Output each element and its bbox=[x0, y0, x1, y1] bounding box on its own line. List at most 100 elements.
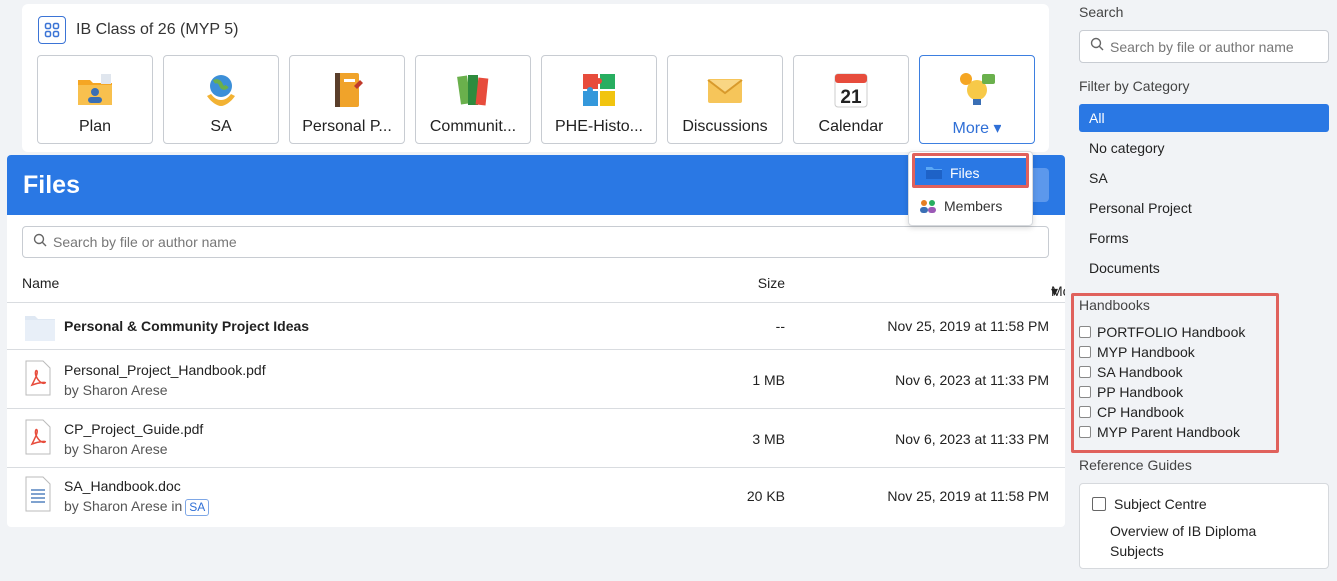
more-dropdown: Files Members bbox=[908, 151, 1033, 226]
handbook-item[interactable]: CP Handbook bbox=[1079, 402, 1245, 422]
tile-label: SA bbox=[210, 118, 232, 135]
reference-title: Subject Centre bbox=[1114, 496, 1207, 512]
file-author: by Sharon Arese bbox=[64, 441, 168, 457]
course-title-row: IB Class of 26 (MYP 5) bbox=[38, 16, 238, 44]
file-size: 1 MB bbox=[752, 372, 785, 388]
sort-desc-icon: ▾ bbox=[1051, 283, 1059, 299]
course-tiles: Plan SA Personal P... Communit... PHE-Hi… bbox=[37, 55, 1035, 144]
file-modified: Nov 25, 2019 at 11:58 PM bbox=[887, 318, 1049, 334]
files-title: Files bbox=[23, 170, 80, 199]
table-row[interactable]: Personal_Project_Handbook.pdf by Sharon … bbox=[7, 350, 1065, 409]
tile-label: PHE-Histo... bbox=[554, 118, 643, 135]
book-icon bbox=[1079, 386, 1091, 398]
handbook-label: MYP Handbook bbox=[1097, 344, 1195, 360]
col-size[interactable]: Size bbox=[758, 275, 785, 291]
file-name[interactable]: CP_Project_Guide.pdf bbox=[64, 421, 203, 437]
search-heading: Search bbox=[1079, 4, 1124, 20]
files-search[interactable] bbox=[22, 226, 1049, 258]
table-row[interactable]: CP_Project_Guide.pdf by Sharon Arese 3 M… bbox=[7, 409, 1065, 468]
folder-person-icon bbox=[75, 70, 115, 110]
tile-label: Calendar bbox=[818, 118, 884, 135]
files-panel: Files Name Size Modified ▾ Personal & Co… bbox=[7, 155, 1065, 527]
filter-heading: Filter by Category bbox=[1079, 78, 1190, 94]
category-tag[interactable]: SA bbox=[185, 499, 210, 516]
dropdown-label: Files bbox=[950, 165, 980, 181]
file-size: 3 MB bbox=[752, 431, 785, 447]
tile-label: Plan bbox=[78, 118, 112, 135]
tile-personal-project[interactable]: Personal P... bbox=[289, 55, 405, 144]
books-icon bbox=[453, 70, 493, 110]
pdf-file-icon bbox=[24, 360, 52, 401]
doc-file-icon bbox=[24, 476, 52, 517]
handbook-item[interactable]: MYP Parent Handbook bbox=[1079, 422, 1245, 442]
reference-heading: Reference Guides bbox=[1079, 457, 1192, 473]
table-row[interactable]: Personal & Community Project Ideas -- No… bbox=[7, 303, 1065, 350]
folder-icon bbox=[925, 166, 943, 180]
handbook-item[interactable]: PP Handbook bbox=[1079, 382, 1245, 402]
sidebar-search-input[interactable] bbox=[1110, 38, 1328, 55]
handbook-label: MYP Parent Handbook bbox=[1097, 424, 1240, 440]
category-personal-project[interactable]: Personal Project bbox=[1079, 194, 1329, 222]
file-author: by Sharon Arese bbox=[64, 382, 168, 398]
envelope-icon bbox=[705, 70, 745, 110]
file-size: 20 KB bbox=[746, 488, 785, 504]
dropdown-item-files[interactable]: Files bbox=[915, 158, 1028, 188]
pdf-file-icon bbox=[24, 419, 52, 460]
category-forms[interactable]: Forms bbox=[1079, 224, 1329, 252]
file-modified: Nov 6, 2023 at 11:33 PM bbox=[895, 431, 1049, 447]
calendar-icon: 21 bbox=[831, 70, 871, 110]
file-name[interactable]: Personal & Community Project Ideas bbox=[64, 318, 309, 334]
more-label: More bbox=[952, 120, 989, 137]
file-name[interactable]: Personal_Project_Handbook.pdf bbox=[64, 362, 266, 378]
reference-item[interactable]: Subject Centre bbox=[1092, 496, 1207, 512]
book-icon bbox=[1079, 326, 1091, 338]
search-icon bbox=[1090, 37, 1104, 56]
book-icon bbox=[1079, 406, 1091, 418]
handbooks-list: PORTFOLIO Handbook MYP Handbook SA Handb… bbox=[1079, 322, 1245, 442]
file-author: by Sharon Arese in bbox=[64, 498, 183, 514]
category-all[interactable]: All bbox=[1079, 104, 1329, 132]
file-name[interactable]: SA_Handbook.doc bbox=[64, 478, 181, 494]
file-modified: Nov 25, 2019 at 11:58 PM bbox=[887, 488, 1049, 504]
tile-sa[interactable]: SA bbox=[163, 55, 279, 144]
search-icon bbox=[33, 233, 47, 252]
table-header: Name Size Modified ▾ bbox=[7, 267, 1065, 303]
dropdown-item-members[interactable]: Members bbox=[909, 190, 1032, 222]
globe-hands-icon bbox=[201, 70, 241, 110]
book-icon bbox=[1079, 366, 1091, 378]
tile-more[interactable]: More ▾ bbox=[919, 55, 1035, 144]
file-author-row: by Sharon Arese in SA bbox=[64, 498, 210, 516]
tile-phe-history[interactable]: PHE-Histo... bbox=[541, 55, 657, 144]
col-name[interactable]: Name bbox=[22, 275, 59, 291]
right-sidebar: Search Filter by Category All No categor… bbox=[1079, 0, 1329, 581]
calendar-day: 21 bbox=[840, 87, 862, 108]
category-no-category[interactable]: No category bbox=[1079, 134, 1329, 162]
table-row[interactable]: SA_Handbook.doc by Sharon Arese in SA 20 … bbox=[7, 468, 1065, 527]
handbook-label: CP Handbook bbox=[1097, 404, 1184, 420]
category-sa[interactable]: SA bbox=[1079, 164, 1329, 192]
tile-discussions[interactable]: Discussions bbox=[667, 55, 783, 144]
puzzle-icon bbox=[579, 70, 619, 110]
category-documents[interactable]: Documents bbox=[1079, 254, 1329, 282]
course-title[interactable]: IB Class of 26 (MYP 5) bbox=[76, 21, 238, 39]
sidebar-search[interactable] bbox=[1079, 30, 1329, 63]
tile-community[interactable]: Communit... bbox=[415, 55, 531, 144]
tile-calendar[interactable]: 21 Calendar bbox=[793, 55, 909, 144]
handbook-item[interactable]: MYP Handbook bbox=[1079, 342, 1245, 362]
file-size: -- bbox=[775, 318, 785, 334]
lightbulb-chat-icon bbox=[957, 70, 997, 110]
file-modified: Nov 6, 2023 at 11:33 PM bbox=[895, 372, 1049, 388]
tile-label: Discussions bbox=[682, 118, 768, 135]
handbook-item[interactable]: SA Handbook bbox=[1079, 362, 1245, 382]
grid-icon[interactable] bbox=[38, 16, 66, 44]
tile-label: Personal P... bbox=[302, 118, 392, 135]
notebook-icon bbox=[327, 70, 367, 110]
handbook-label: SA Handbook bbox=[1097, 364, 1183, 380]
handbook-item[interactable]: PORTFOLIO Handbook bbox=[1079, 322, 1245, 342]
dropdown-label: Members bbox=[944, 198, 1003, 214]
book-icon bbox=[1079, 346, 1091, 358]
tile-plan[interactable]: Plan bbox=[37, 55, 153, 144]
files-search-input[interactable] bbox=[53, 234, 1018, 250]
folder-icon bbox=[24, 311, 56, 348]
reference-card[interactable]: Subject Centre Overview of IB Diploma Su… bbox=[1079, 483, 1329, 569]
